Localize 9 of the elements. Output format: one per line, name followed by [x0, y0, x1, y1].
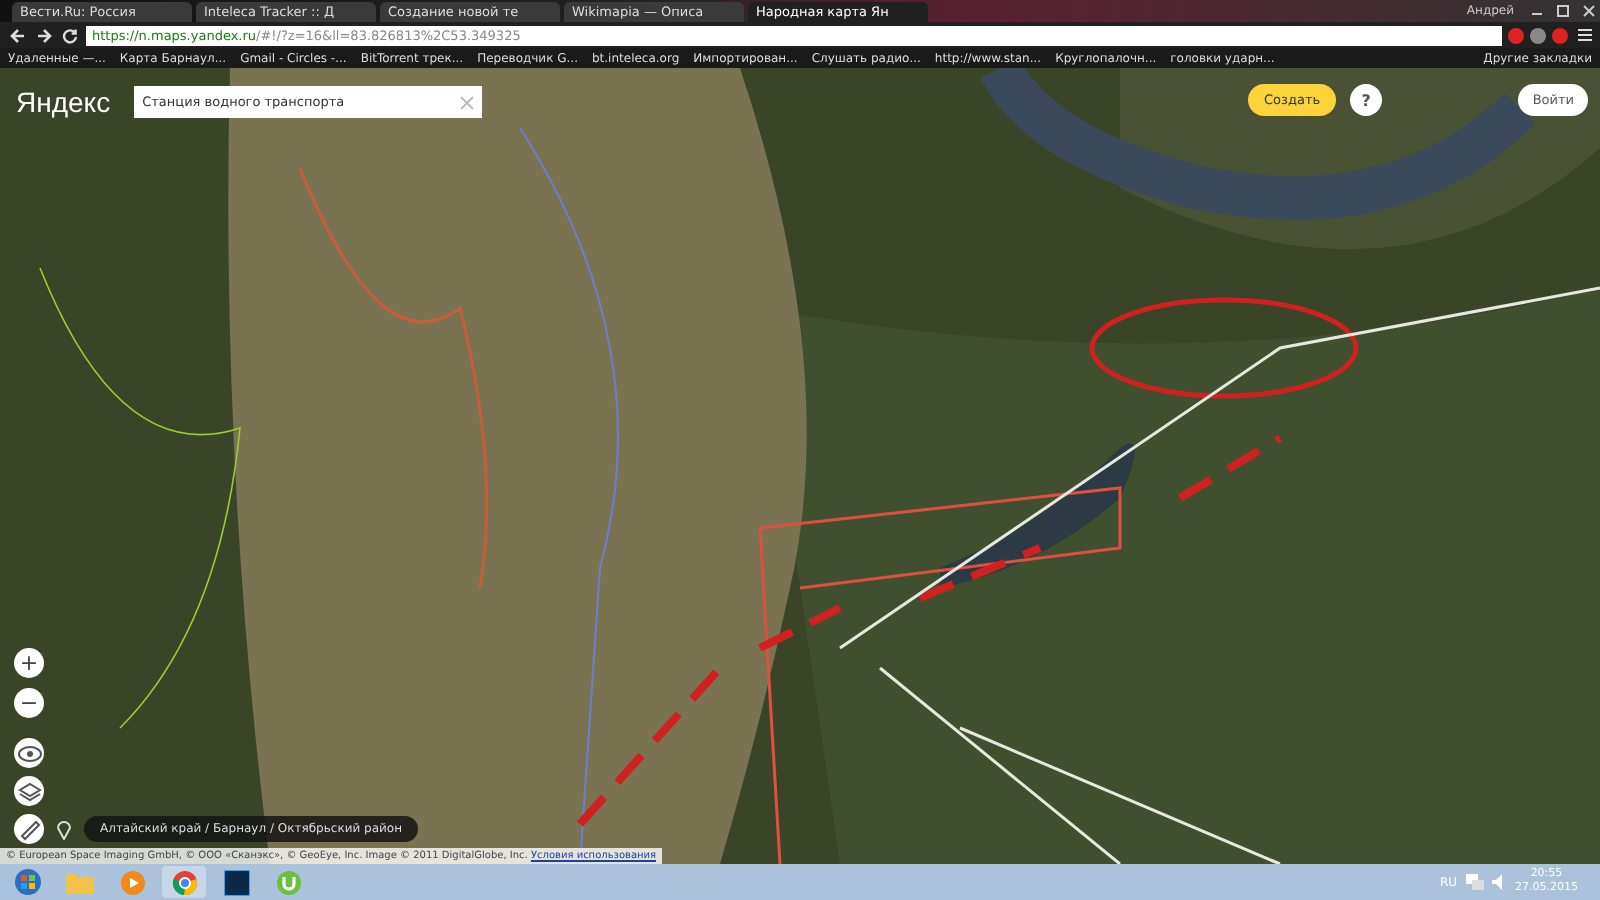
- forward-icon[interactable]: [36, 27, 52, 43]
- menu-icon[interactable]: [1578, 28, 1592, 42]
- chrome-icon[interactable]: [162, 866, 206, 898]
- yandex-logo: Яндекс: [16, 86, 111, 118]
- close-icon[interactable]: [1582, 4, 1596, 18]
- maximize-icon[interactable]: [1556, 4, 1570, 18]
- location-pin-icon[interactable]: [56, 818, 72, 840]
- reload-icon[interactable]: [62, 27, 78, 43]
- back-icon[interactable]: [10, 27, 26, 43]
